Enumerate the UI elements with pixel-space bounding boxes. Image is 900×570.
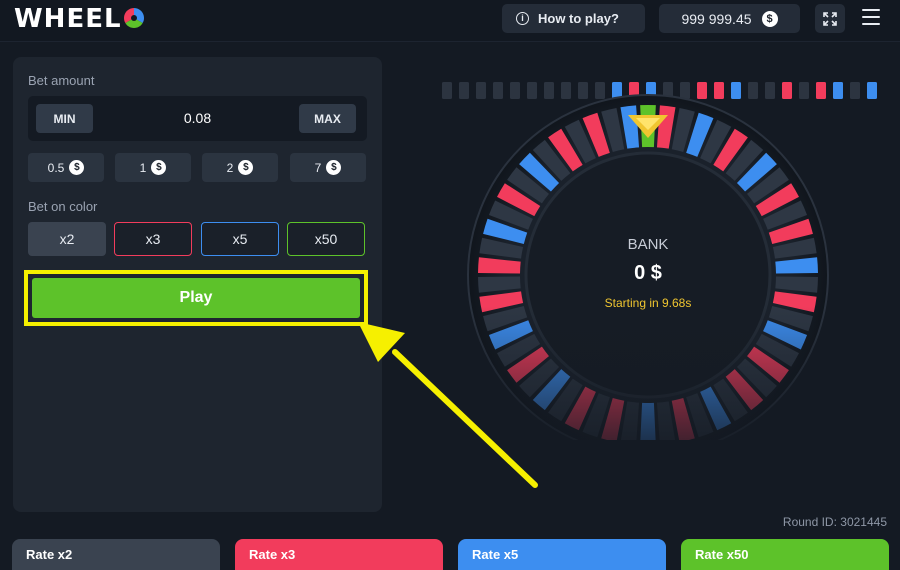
round-id: Round ID: 3021445	[782, 515, 887, 529]
fullscreen-icon	[823, 11, 837, 26]
bet-x2-button[interactable]: x2	[28, 222, 106, 256]
quick-bet-value: 2	[226, 160, 234, 175]
bet-panel: Bet amount 0.08 MIN MAX 0.5 $ 1 $ 2 $ 7 …	[13, 57, 382, 512]
quick-bet-button[interactable]: 0.5 $	[28, 153, 104, 182]
wheel-logo-icon	[123, 8, 144, 28]
quick-bet-button[interactable]: 7 $	[290, 153, 366, 182]
bet-x3-button[interactable]: x3	[114, 222, 192, 256]
fullscreen-button[interactable]	[815, 4, 845, 33]
round-countdown: Starting in 9.68s	[604, 296, 692, 310]
history-cell	[867, 82, 877, 99]
roulette-wheel	[442, 82, 877, 440]
dollar-coin-icon: $	[238, 160, 254, 175]
dollar-coin-icon: $	[151, 160, 167, 175]
rate-x5-label: Rate x5	[472, 547, 519, 562]
quick-bet-value: 7	[314, 160, 322, 175]
bet-x5-button[interactable]: x5	[201, 222, 279, 256]
rate-x2-label: Rate x2	[26, 547, 73, 562]
rate-x5-tab[interactable]: Rate x5	[458, 539, 666, 570]
rate-x2-tab[interactable]: Rate x2	[12, 539, 220, 570]
quick-bet-value: 1	[139, 160, 147, 175]
bet-on-color-label: Bet on color	[28, 199, 98, 214]
rate-x3-tab[interactable]: Rate x3	[235, 539, 443, 570]
rate-x50-tab[interactable]: Rate x50	[681, 539, 889, 570]
dollar-coin-icon: $	[326, 160, 342, 175]
top-bar: WHEEL i How to play? 999 999.45 $	[0, 0, 900, 42]
info-icon: i	[516, 12, 529, 25]
logo-text: WHEEL	[14, 4, 122, 34]
hamburger-menu-icon[interactable]	[862, 9, 880, 25]
bank-label: BANK	[627, 236, 669, 253]
dollar-coin-icon: $	[69, 160, 85, 175]
wheel-logo: WHEEL	[14, 4, 144, 34]
bet-x50-button[interactable]: x50	[287, 222, 365, 256]
bank-value: 0 $	[634, 262, 662, 284]
history-cell	[850, 82, 860, 99]
quick-bet-value: 0.5	[47, 160, 65, 175]
balance-display: 999 999.45 $	[659, 4, 800, 33]
max-button[interactable]: MAX	[299, 104, 356, 133]
rate-x50-label: Rate x50	[695, 547, 749, 562]
bet-amount-box: 0.08 MIN MAX	[28, 96, 367, 141]
play-button[interactable]: Play	[32, 278, 360, 318]
quick-bet-button[interactable]: 2 $	[202, 153, 278, 182]
balance-value: 999 999.45	[681, 10, 752, 27]
quick-bet-button[interactable]: 1 $	[115, 153, 191, 182]
rate-x3-label: Rate x3	[249, 547, 296, 562]
how-to-play-label: How to play?	[538, 11, 619, 26]
bet-amount-label: Bet amount	[28, 73, 95, 88]
how-to-play-button[interactable]: i How to play?	[502, 4, 645, 33]
min-button[interactable]: MIN	[36, 104, 93, 133]
dollar-coin-icon: $	[761, 10, 778, 27]
